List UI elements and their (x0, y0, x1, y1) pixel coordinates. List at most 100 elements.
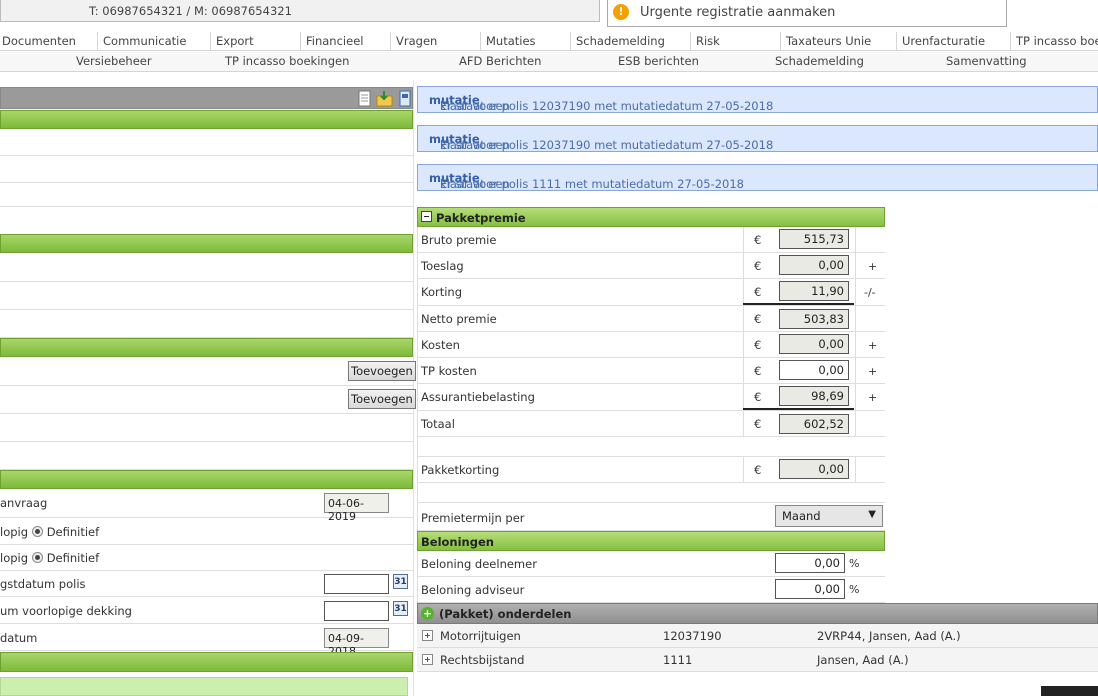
subtab-versiebeheer[interactable]: Versiebeheer (76, 54, 152, 68)
ingangsdatum-row: gstdatum polis 31 (0, 571, 413, 597)
korting-row: Korting € 11,90 -/- (417, 279, 885, 306)
urgent-registration-label: Urgente registratie aanmaken (640, 5, 836, 20)
pakketkorting-row: Pakketkorting € 0,00 (417, 457, 885, 483)
left-row (0, 183, 413, 207)
left-section-bar-3 (0, 338, 413, 357)
mutation-message-1: Er staat een mutatie klaar voor polis 12… (417, 86, 1098, 113)
calendar-icon[interactable]: 31 (393, 601, 408, 616)
premietermijn-row: Premietermijn per Maand ▼ (417, 503, 885, 531)
download-folder-icon[interactable] (376, 90, 394, 107)
assurantiebelasting-row: Assurantiebelasting € 98,69 + (417, 384, 885, 411)
warning-icon: ! (613, 4, 629, 20)
tab-financieel[interactable]: Financieel (306, 34, 363, 48)
tab-export[interactable]: Export (216, 34, 254, 48)
total-line (743, 408, 854, 410)
add-icon[interactable]: + (421, 607, 434, 620)
tab-vragen[interactable]: Vragen (396, 34, 437, 48)
add-button-1[interactable]: Toevoegen (348, 361, 416, 381)
option2-label: Definitief (46, 551, 100, 565)
left-info-panel (0, 677, 408, 696)
left-row (0, 129, 413, 156)
voorlopige-row: um voorlopige dekking 31 (0, 597, 413, 624)
tab-communicatie[interactable]: Communicatie (103, 34, 186, 48)
aanvraag-row: anvraag 04-06-2019 (0, 489, 413, 523)
tab-mutaties[interactable]: Mutaties (486, 34, 536, 48)
tp-kosten-input[interactable]: 0,00 (779, 360, 849, 380)
collapse-icon[interactable] (421, 211, 432, 222)
subtab-samenvatting[interactable]: Samenvatting (946, 54, 1027, 68)
kosten-value: 0,00 (779, 334, 849, 354)
main-tabs: Documenten Communicatie Export Financiee… (0, 32, 1098, 51)
definitief-radio-1[interactable] (31, 526, 43, 537)
calendar-icon[interactable]: 31 (393, 574, 408, 589)
subtab-afd-berichten[interactable]: AFD Berichten (459, 54, 541, 68)
expand-icon[interactable] (422, 630, 433, 641)
bruto-premie-row: Bruto premie € 515,73 (417, 227, 885, 253)
netto-premie-row: Netto premie € 503,83 (417, 306, 885, 332)
definitief-radio-2[interactable] (31, 552, 43, 563)
onderdelen-header: + (Pakket) onderdelen (417, 603, 1098, 624)
pakketpremie-title: Pakketpremie (436, 211, 526, 225)
aanvraag-label: anvraag (0, 496, 48, 510)
pakketkorting-value: 0,00 (779, 459, 849, 479)
tab-documenten[interactable]: Documenten (2, 34, 76, 48)
table-row[interactable]: Rechtsbijstand 1111 Jansen, Aad (A.) (417, 648, 1098, 672)
left-section-bar-1 (0, 110, 413, 129)
premietermijn-label: Premietermijn per (421, 511, 525, 525)
totaal-row: Totaal € 602,52 (417, 411, 885, 437)
subtab-tp-incasso-boekingen[interactable]: TP incasso boekingen (225, 54, 349, 68)
subtotal-line (743, 303, 854, 305)
table-row[interactable]: Motorrijtuigen 12037190 2VRP44, Jansen, … (417, 624, 1098, 648)
status-row-1: lopig Definitief (0, 518, 413, 545)
voorlopige-input[interactable] (324, 601, 389, 621)
add-button-2[interactable]: Toevoegen (348, 389, 416, 409)
kosten-row: Kosten € 0,00 + (417, 332, 885, 358)
subtab-schademelding[interactable]: Schademelding (775, 54, 864, 68)
tab-urenfacturatie[interactable]: Urenfacturatie (902, 34, 985, 48)
tab-schademelding[interactable]: Schademelding (576, 34, 665, 48)
left-section-bar-2 (0, 234, 413, 253)
spacer-row (417, 483, 885, 503)
option1-label: Definitief (46, 525, 100, 539)
toeslag-value: 0,00 (779, 255, 849, 275)
onderdelen-title: (Pakket) onderdelen (439, 607, 572, 621)
left-row (0, 156, 413, 183)
document-icon[interactable] (358, 90, 372, 107)
corner-button[interactable] (1041, 686, 1098, 696)
option2-prefix: lopig (0, 551, 29, 565)
expand-icon[interactable] (422, 654, 433, 665)
option1-prefix: lopig (0, 525, 29, 539)
subtab-esb-berichten[interactable]: ESB berichten (618, 54, 699, 68)
beloningen-header: Beloningen (417, 531, 885, 551)
tab-tp-incasso[interactable]: TP incasso boek (1016, 34, 1098, 48)
mutation-message-3: Er staat een mutatie klaar voor polis 11… (417, 164, 1098, 191)
datum-row: datum 04-09-2018 (0, 624, 413, 658)
ingangsdatum-input[interactable] (324, 574, 389, 594)
left-row (0, 310, 413, 338)
status-row-2: lopig Definitief (0, 545, 413, 571)
beloning-adviseur-input[interactable]: 0,00 (775, 579, 845, 599)
left-row (0, 253, 413, 282)
mutation-message-2: Er staat een mutatie klaar voor polis 12… (417, 125, 1098, 152)
tab-risk[interactable]: Risk (696, 34, 720, 48)
bruto-premie-value: 515,73 (779, 229, 849, 249)
export-icon[interactable] (398, 90, 412, 107)
left-row: Toevoegen (0, 386, 416, 414)
premietermijn-select[interactable]: Maand ▼ (775, 505, 883, 527)
beloning-deelnemer-input[interactable]: 0,00 (775, 553, 845, 573)
ingangsdatum-label: gstdatum polis (0, 577, 86, 591)
left-row (0, 282, 413, 310)
datum-label: datum (0, 631, 38, 645)
left-row (0, 414, 413, 442)
left-row: Toevoegen (0, 357, 416, 386)
urgent-registration-button[interactable]: ! Urgente registratie aanmaken (607, 0, 1007, 27)
pakketpremie-header: Pakketpremie (417, 207, 885, 227)
sub-tabs: Versiebeheer TP incasso boekingen AFD Be… (0, 52, 1098, 72)
panel-divider (413, 80, 414, 696)
left-toolbar (0, 87, 413, 109)
left-section-bar-4 (0, 470, 413, 489)
tab-taxateurs-unie[interactable]: Taxateurs Unie (786, 34, 871, 48)
totaal-value: 602,52 (779, 414, 849, 434)
toeslag-row: Toeslag € 0,00 + (417, 253, 885, 279)
chevron-down-icon: ▼ (868, 509, 876, 520)
